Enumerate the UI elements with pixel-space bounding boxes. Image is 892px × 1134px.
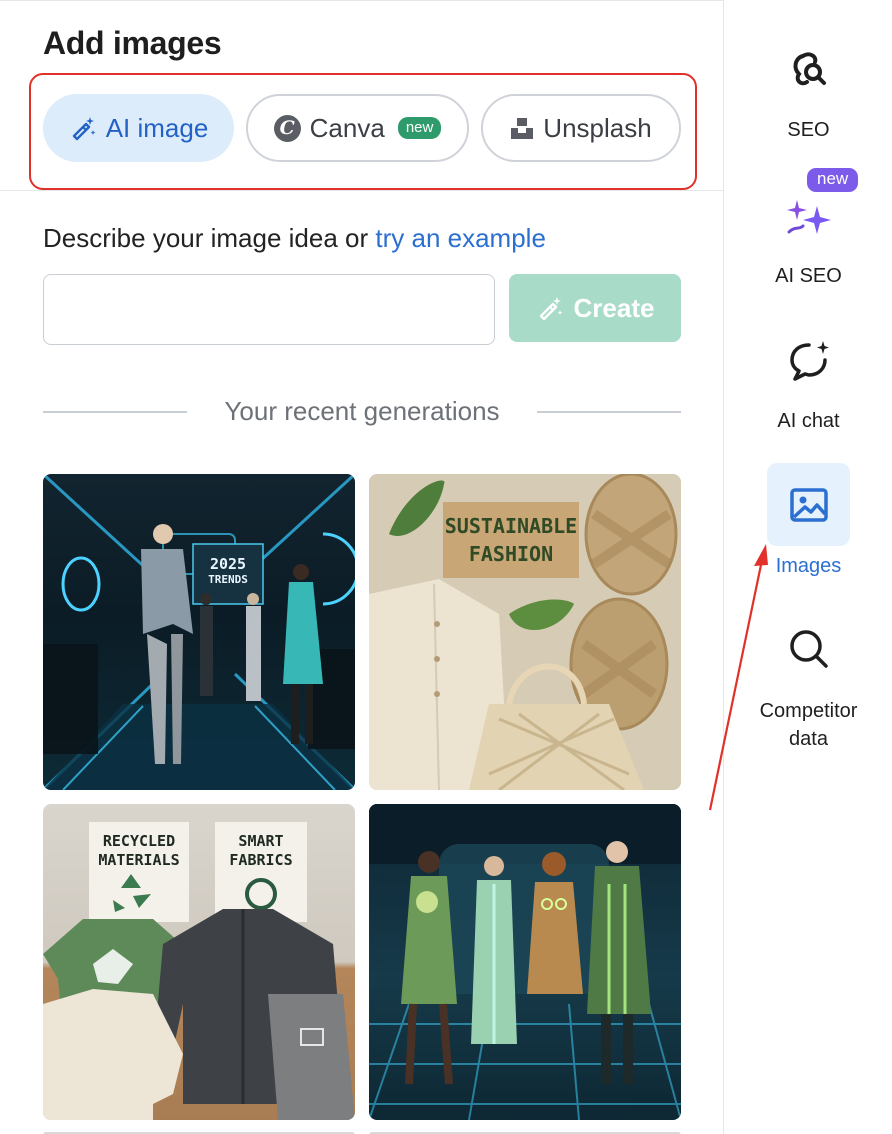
tab-canva-label: Canva xyxy=(309,112,385,143)
image-caption-line: RECYCLED xyxy=(102,832,176,850)
try-example-link[interactable]: try an example xyxy=(375,223,546,253)
unsplash-logo-icon xyxy=(511,118,534,139)
section-divider xyxy=(0,190,723,191)
sidebar-item-label: Images xyxy=(775,555,842,577)
image-caption-line: FABRICS xyxy=(229,851,293,869)
image-caption-line: FASHION xyxy=(468,542,554,566)
create-button-label: Create xyxy=(573,292,655,323)
right-sidebar: SEO new AI SEO AI chat Images Competitor… xyxy=(723,0,892,1134)
sidebar-item-label: SEO xyxy=(787,119,830,141)
tab-ai-image[interactable]: AI image xyxy=(43,94,234,162)
panel-title: Add images xyxy=(43,25,222,61)
sidebar-item-label: Competitor xyxy=(759,700,858,722)
seo-icon xyxy=(793,52,826,86)
generated-image[interactable]: 2025 TRENDS xyxy=(43,474,355,790)
generated-image[interactable]: RECYCLED MATERIALS SMART FABRICS xyxy=(43,804,355,1120)
sidebar-item-ai-seo[interactable]: AI SEO xyxy=(724,196,892,290)
new-badge: new xyxy=(807,168,859,192)
generated-image[interactable] xyxy=(369,804,681,1120)
image-idea-input[interactable] xyxy=(43,274,495,345)
sidebar-item-label: data xyxy=(789,728,828,750)
magic-wand-icon xyxy=(539,297,563,321)
runway-illustration xyxy=(43,474,355,790)
create-button[interactable]: Create xyxy=(509,274,681,342)
new-badge: new xyxy=(397,117,442,139)
image-caption-line: MATERIALS xyxy=(98,851,180,869)
image-caption-line: TRENDS xyxy=(208,573,248,586)
sidebar-item-label: AI SEO xyxy=(775,265,842,287)
sidebar-item-ai-chat[interactable]: AI chat xyxy=(724,339,892,435)
image-caption-line: SMART xyxy=(238,832,284,850)
sidebar-item-label: AI chat xyxy=(777,410,840,432)
sidebar-item-seo[interactable]: SEO xyxy=(724,48,892,144)
canva-logo-icon: C xyxy=(273,114,301,142)
image-caption-line: SUSTAINABLE xyxy=(444,514,578,538)
sparkles-icon xyxy=(786,200,831,234)
chat-bubble-icon xyxy=(789,341,829,381)
magic-wand-icon xyxy=(72,117,96,141)
tab-canva[interactable]: C Canva new xyxy=(246,94,469,162)
tab-ai-image-label: AI image xyxy=(105,112,209,143)
generated-image[interactable]: SUSTAINABLE FASHION xyxy=(369,474,681,790)
prompt-text: Describe your image idea or xyxy=(43,223,376,253)
search-icon xyxy=(789,630,828,668)
sidebar-item-images[interactable]: Images xyxy=(724,463,892,580)
sidebar-item-competitor-data[interactable]: Competitor data xyxy=(724,627,892,753)
tab-unsplash[interactable]: Unsplash xyxy=(481,94,681,162)
glowing-models-illustration xyxy=(369,804,681,1120)
image-icon xyxy=(789,487,828,522)
add-images-panel: Add images AI image C Canva new Unsplash… xyxy=(0,0,723,1134)
image-caption-line: 2025 xyxy=(209,555,247,573)
prompt-instruction: Describe your image idea or try an examp… xyxy=(43,223,546,254)
recent-generations-heading: Your recent generations xyxy=(224,396,500,426)
tab-unsplash-label: Unsplash xyxy=(543,112,652,143)
